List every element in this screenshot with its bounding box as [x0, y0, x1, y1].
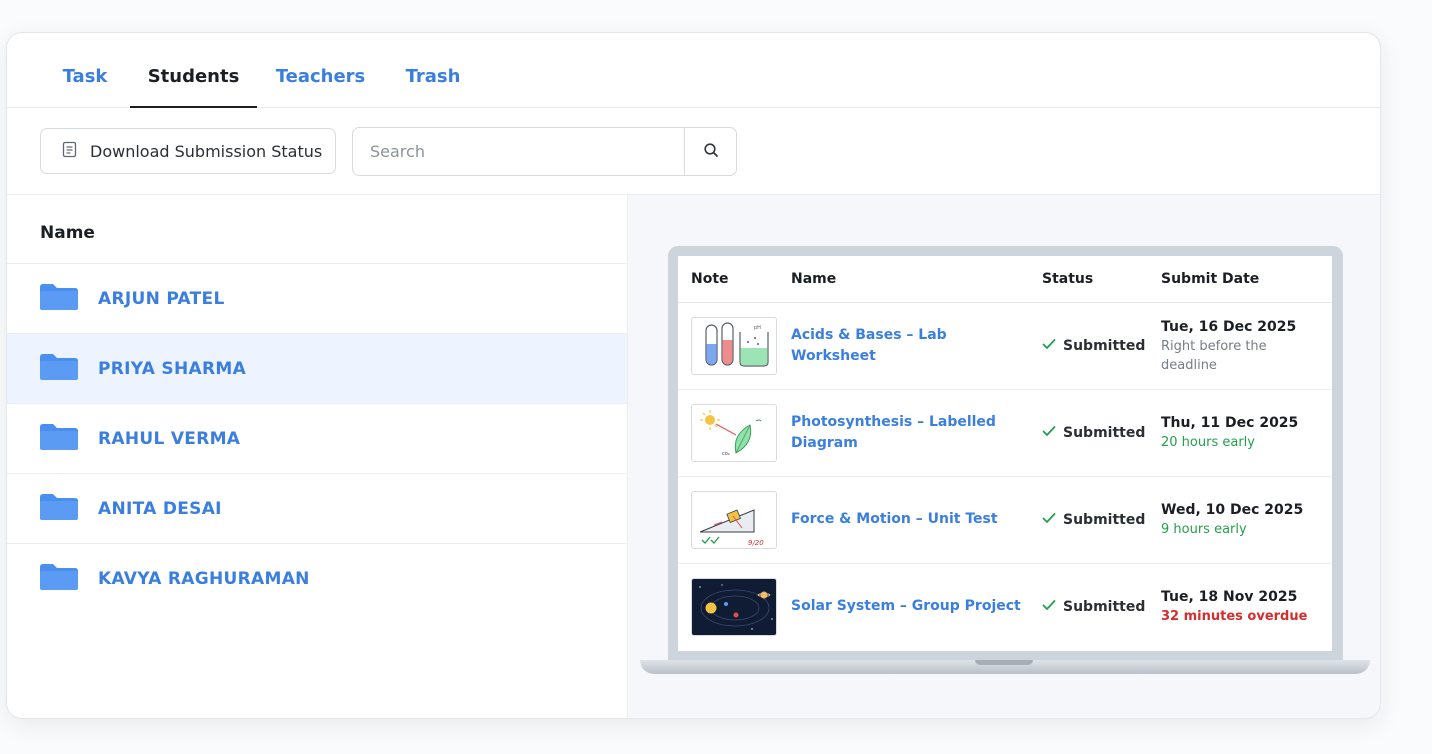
column-header-status: Status — [1042, 256, 1161, 303]
column-header-submit-date: Submit Date — [1161, 256, 1332, 303]
folder-icon — [40, 283, 78, 314]
table-row[interactable]: co₂ Photosynthesis – Labelled Diagram Su… — [678, 389, 1332, 477]
submission-title-link[interactable]: Solar System – Group Project — [791, 596, 1042, 617]
status-text: Submitted — [1063, 598, 1146, 615]
tab-teachers[interactable]: Teachers — [257, 33, 384, 108]
submission-title-link[interactable]: Acids & Bases – Lab Worksheet — [791, 325, 1042, 367]
checkmark-icon — [1042, 599, 1056, 615]
inclined-plane-thumbnail[interactable]: 9/20 — [691, 490, 777, 549]
student-list: Name ARJUN PATEL PRIYA SHARMA RAHUL VERM… — [7, 195, 628, 718]
preview-panel: Note Name Status Submit Date pH Acids & … — [628, 195, 1380, 718]
submit-date: Tue, 16 Dec 2025 — [1161, 318, 1297, 335]
checkmark-icon — [1042, 512, 1056, 528]
download-button-label: Download Submission Status — [90, 141, 323, 161]
main-card: Task Students Teachers Trash Download Su… — [6, 32, 1381, 719]
submit-date: Tue, 18 Nov 2025 — [1161, 589, 1298, 606]
submission-title-link[interactable]: Photosynthesis – Labelled Diagram — [791, 412, 1042, 454]
name-column-header: Name — [7, 195, 627, 264]
download-submission-status-button[interactable]: Download Submission Status — [40, 128, 336, 174]
column-header-note: Note — [678, 256, 791, 303]
laptop-screen: Note Name Status Submit Date pH Acids & … — [678, 256, 1332, 651]
status-text: Submitted — [1063, 337, 1146, 354]
student-folder-row[interactable]: RAHUL VERMA — [7, 404, 627, 474]
toolbar: Download Submission Status — [7, 108, 1380, 195]
submit-date: Thu, 11 Dec 2025 — [1161, 415, 1299, 431]
checkmark-icon — [1042, 338, 1056, 354]
folder-icon — [40, 564, 78, 594]
laptop-illustration: Note Name Status Submit Date pH Acids & … — [668, 246, 1343, 661]
submissions-table: Note Name Status Submit Date pH Acids & … — [678, 256, 1332, 650]
student-folder-row[interactable]: ARJUN PATEL — [7, 264, 627, 334]
test-tubes-thumbnail[interactable]: pH — [691, 316, 777, 375]
student-name: PRIYA SHARMA — [98, 358, 247, 379]
table-row[interactable]: 9/20 Force & Motion – Unit Test Submitte… — [678, 476, 1332, 564]
timing-note: 32 minutes overdue — [1161, 609, 1308, 625]
folder-icon — [40, 493, 78, 524]
tab-students[interactable]: Students — [130, 33, 257, 108]
status-badge: Submitted — [1042, 512, 1161, 528]
submit-date: Wed, 10 Dec 2025 — [1161, 502, 1304, 518]
solar-system-thumbnail[interactable] — [691, 577, 777, 636]
student-name: ARJUN PATEL — [98, 288, 225, 309]
laptop-notch — [975, 660, 1033, 665]
table-row[interactable]: Solar System – Group Project Submitted T… — [678, 563, 1332, 650]
tab-trash[interactable]: Trash — [384, 33, 482, 108]
search-box — [352, 127, 737, 176]
photosynthesis-thumbnail[interactable]: co₂ — [691, 403, 777, 462]
svg-text:co₂: co₂ — [722, 451, 730, 457]
thumbnail-score: 9/20 — [748, 539, 764, 547]
search-icon — [703, 142, 719, 162]
timing-note: 9 hours early — [1161, 522, 1247, 537]
table-row[interactable]: pH Acids & Bases – Lab Worksheet Submitt… — [678, 302, 1332, 390]
student-name: RAHUL VERMA — [98, 428, 241, 449]
student-folder-row[interactable]: PRIYA SHARMA — [7, 334, 627, 404]
status-text: Submitted — [1063, 511, 1146, 528]
folder-icon — [40, 423, 78, 454]
status-badge: Submitted — [1042, 599, 1161, 615]
student-folder-row[interactable]: KAVYA RAGHURAMAN — [7, 544, 627, 614]
student-name: ANITA DESAI — [98, 498, 222, 519]
laptop-base — [640, 660, 1370, 674]
document-icon — [61, 141, 78, 162]
submission-title-link[interactable]: Force & Motion – Unit Test — [791, 509, 1042, 530]
tab-bar: Task Students Teachers Trash — [7, 33, 1380, 108]
student-name: KAVYA RAGHURAMAN — [98, 569, 310, 589]
search-input[interactable] — [353, 128, 684, 175]
timing-note: Right before the deadline — [1161, 338, 1267, 373]
timing-note: 20 hours early — [1161, 435, 1255, 450]
search-button[interactable] — [684, 128, 736, 175]
student-folder-row[interactable]: ANITA DESAI — [7, 474, 627, 544]
folder-icon — [40, 353, 78, 384]
tab-task[interactable]: Task — [40, 33, 130, 108]
column-header-name: Name — [791, 256, 1042, 303]
svg-text:pH: pH — [754, 325, 761, 331]
checkmark-icon — [1042, 425, 1056, 441]
status-badge: Submitted — [1042, 425, 1161, 441]
status-badge: Submitted — [1042, 338, 1161, 354]
status-text: Submitted — [1063, 424, 1146, 441]
